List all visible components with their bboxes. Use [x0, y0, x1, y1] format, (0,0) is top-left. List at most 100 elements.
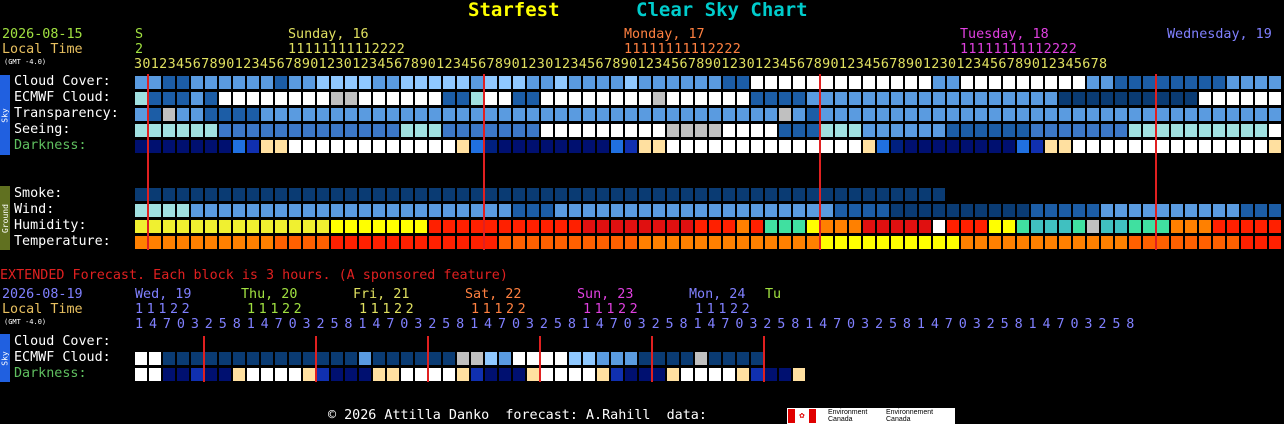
- transparency-block-23: [457, 108, 469, 121]
- seeing-block-55: [905, 124, 917, 137]
- wind-block-58: [947, 204, 959, 217]
- seeing-block-0: [135, 124, 147, 137]
- darkness-block-62: [1003, 140, 1015, 153]
- seeing-block-23: [457, 124, 469, 137]
- seeing-block-7: [233, 124, 245, 137]
- transparency-block-39: [681, 108, 693, 121]
- transparency-block-34: [611, 108, 623, 121]
- humidity-block-12: [303, 220, 315, 233]
- temperature-block-60: [975, 236, 987, 249]
- transparency-block-9: [261, 108, 273, 121]
- darkness-block-67: [1073, 140, 1085, 153]
- smoke-block-21: [429, 188, 441, 201]
- humidity-block-73: [1157, 220, 1169, 233]
- cloud-cover-block-37: [653, 76, 665, 89]
- cloud-cover-block-58: [947, 76, 959, 89]
- cloud-cover-block-1: [149, 76, 161, 89]
- transparency-block-15: [345, 108, 357, 121]
- seeing-block-53: [877, 124, 889, 137]
- seeing-block-51: [849, 124, 861, 137]
- seeing-block-13: [317, 124, 329, 137]
- humidity-block-54: [891, 220, 903, 233]
- cloud-cover-block-9: [261, 76, 273, 89]
- transparency-block-48: [807, 108, 819, 121]
- temperature-block-23: [457, 236, 469, 249]
- ext-darkness-block-30: [555, 368, 567, 381]
- wind-block-1: [149, 204, 161, 217]
- seeing-block-27: [513, 124, 525, 137]
- darkness-block-6: [219, 140, 231, 153]
- ext-ecmwf-cloud-block-16: [359, 352, 371, 365]
- humidity-block-8: [247, 220, 259, 233]
- transparency-block-19: [401, 108, 413, 121]
- seeing-block-10: [275, 124, 287, 137]
- darkness-block-5: [205, 140, 217, 153]
- temperature-block-22: [443, 236, 455, 249]
- ecmwf-cloud-block-25: [485, 92, 497, 105]
- smoke-block-1: [149, 188, 161, 201]
- transparency-block-50: [835, 108, 847, 121]
- wind-block-71: [1129, 204, 1141, 217]
- wind-block-78: [1227, 204, 1239, 217]
- ecmwf-cloud-block-65: [1045, 92, 1057, 105]
- cloud-cover-block-61: [989, 76, 1001, 89]
- humidity-block-21: [429, 220, 441, 233]
- humidity-block-80: [1255, 220, 1267, 233]
- darkness-block-55: [905, 140, 917, 153]
- ecmwf-cloud-block-14: [331, 92, 343, 105]
- cloud-cover-block-80: [1255, 76, 1267, 89]
- temperature-block-63: [1017, 236, 1029, 249]
- cloud-cover-block-68: [1087, 76, 1099, 89]
- humidity-block-68: [1087, 220, 1099, 233]
- darkness-block-43: [737, 140, 749, 153]
- transparency-block-60: [975, 108, 987, 121]
- humidity-block-46: [779, 220, 791, 233]
- ext-darkness-block-12: [303, 368, 315, 381]
- seeing-block-76: [1199, 124, 1211, 137]
- ecmwf-cloud-block-10: [275, 92, 287, 105]
- ext-ecmwf-cloud-block-32: [583, 352, 595, 365]
- cloud-cover-block-29: [541, 76, 553, 89]
- cloud-cover-block-7: [233, 76, 245, 89]
- temperature-block-69: [1101, 236, 1113, 249]
- wind-block-49: [821, 204, 833, 217]
- ecmwf-cloud-block-17: [373, 92, 385, 105]
- seeing-block-80: [1255, 124, 1267, 137]
- seeing-block-35: [625, 124, 637, 137]
- temperature-block-30: [555, 236, 567, 249]
- ecmwf-cloud-block-46: [779, 92, 791, 105]
- transparency-block-74: [1171, 108, 1183, 121]
- humidity-block-55: [905, 220, 917, 233]
- ext-ecmwf-cloud-block-36: [639, 352, 651, 365]
- seeing-block-75: [1185, 124, 1197, 137]
- seeing-block-29: [541, 124, 553, 137]
- temperature-block-33: [597, 236, 609, 249]
- cloud-cover-block-12: [303, 76, 315, 89]
- smoke-block-5: [205, 188, 217, 201]
- darkness-block-2: [163, 140, 175, 153]
- cloud-cover-block-53: [877, 76, 889, 89]
- cloud-cover-block-79: [1241, 76, 1253, 89]
- humidity-block-11: [289, 220, 301, 233]
- temperature-block-47: [793, 236, 805, 249]
- ext-darkness-block-45: [765, 368, 777, 381]
- darkness-block-3: [177, 140, 189, 153]
- darkness-block-17: [373, 140, 385, 153]
- darkness-block-75: [1185, 140, 1197, 153]
- transparency-block-37: [653, 108, 665, 121]
- temperature-block-25: [485, 236, 497, 249]
- temperature-block-9: [261, 236, 273, 249]
- cloud-cover-block-25: [485, 76, 497, 89]
- ext-darkness-block-34: [611, 368, 623, 381]
- wind-block-22: [443, 204, 455, 217]
- ecmwf-cloud-block-59: [961, 92, 973, 105]
- humidity-block-29: [541, 220, 553, 233]
- cloud-cover-block-48: [807, 76, 819, 89]
- wind-block-51: [849, 204, 861, 217]
- ext-ecmwf-cloud-block-30: [555, 352, 567, 365]
- cloud-cover-block-15: [345, 76, 357, 89]
- cloud-cover-block-69: [1101, 76, 1113, 89]
- ecmwf-cloud-block-49: [821, 92, 833, 105]
- humidity-block-61: [989, 220, 1001, 233]
- smoke-block-7: [233, 188, 245, 201]
